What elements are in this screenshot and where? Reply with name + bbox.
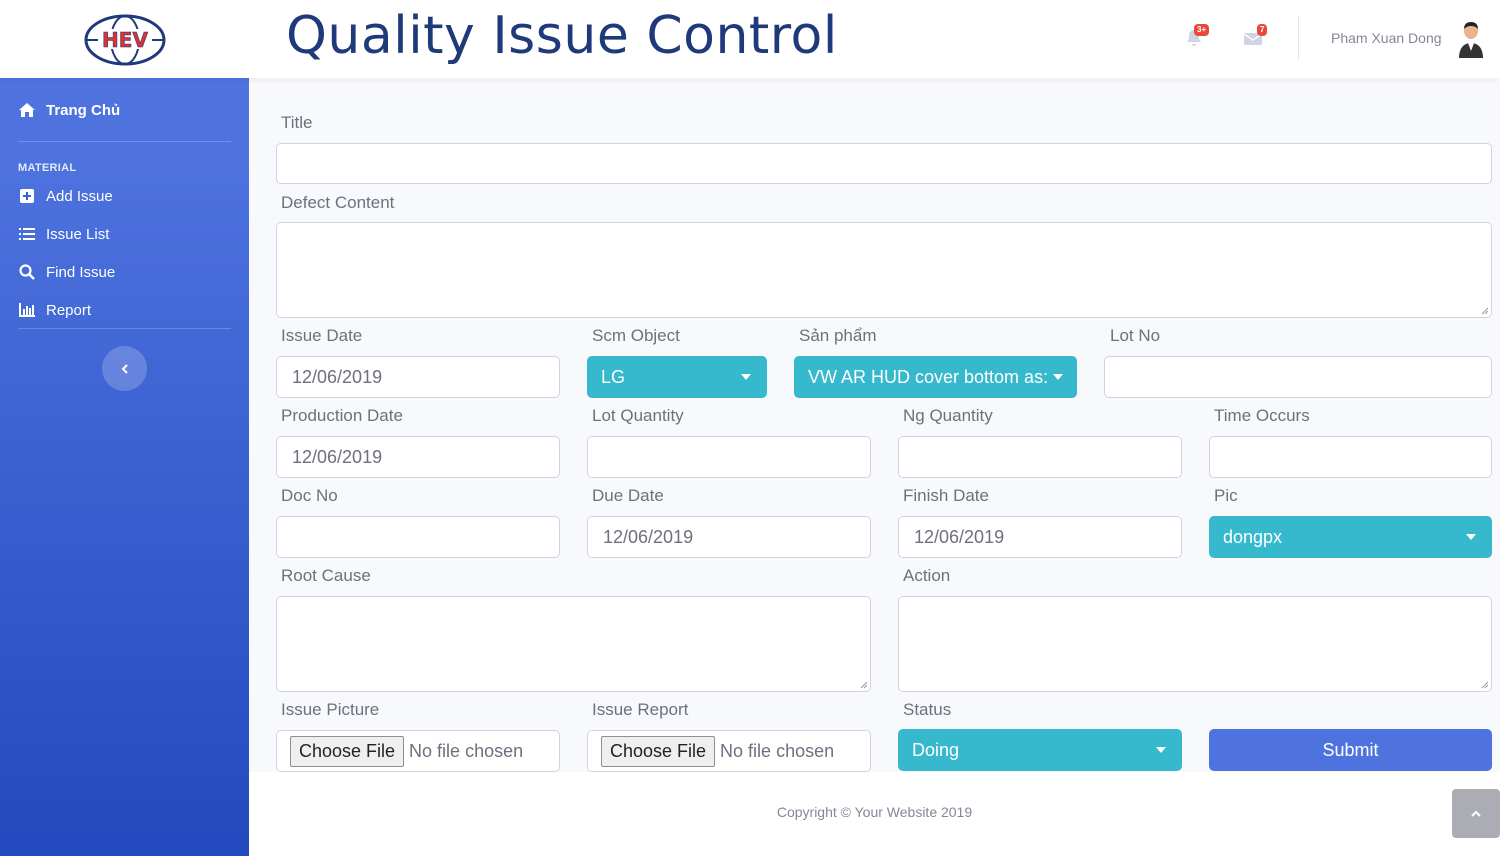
messages-badge: 7 <box>1257 24 1268 36</box>
lot-quantity-input[interactable] <box>587 436 871 478</box>
issue-picture-file-input: Choose File No file chosen <box>276 730 560 772</box>
sidebar-item-home[interactable]: Trang Chủ <box>18 98 120 122</box>
sidebar-item-add-issue[interactable]: Add Issue <box>18 184 113 208</box>
lot-no-label: Lot No <box>1110 326 1161 345</box>
pic-select[interactable]: dongpx <box>1209 516 1492 558</box>
due-date-input[interactable]: 12/06/2019 <box>587 516 871 558</box>
status-select[interactable]: Doing <box>898 729 1182 771</box>
product-value: VW AR HUD cover bottom as: <box>808 366 1047 387</box>
title-label: Title <box>281 113 313 132</box>
sidebar-divider <box>18 328 231 329</box>
scm-object-label: Scm Object <box>592 326 680 345</box>
production-date-input[interactable]: 12/06/2019 <box>276 436 560 478</box>
production-date-label: Production Date <box>281 406 403 425</box>
avatar[interactable] <box>1456 20 1486 58</box>
sidebar-item-report[interactable]: Report <box>18 298 91 322</box>
defect-content-label: Defect Content <box>281 193 395 212</box>
submit-button[interactable]: Submit <box>1209 729 1492 771</box>
issue-report-file-input: Choose File No file chosen <box>587 730 871 772</box>
hev-logo[interactable]: HEV <box>84 14 166 66</box>
lot-quantity-label: Lot Quantity <box>592 406 684 425</box>
choose-file-button[interactable]: Choose File <box>601 735 716 767</box>
file-status-text: No file chosen <box>720 740 835 761</box>
chevron-down-icon <box>1466 534 1476 540</box>
page-title: Quality Issue Control <box>286 6 838 66</box>
chevron-down-icon <box>1156 747 1166 753</box>
sidebar-divider <box>18 141 231 142</box>
resize-grip-icon[interactable] <box>858 679 868 689</box>
scroll-to-top-button[interactable] <box>1452 789 1500 838</box>
alerts-button[interactable]: 3+ <box>1184 24 1210 50</box>
product-label: Sản phẩm <box>799 326 877 345</box>
issue-report-label: Issue Report <box>592 700 689 719</box>
scm-object-select[interactable]: LG <box>587 356 767 398</box>
resize-grip-icon[interactable] <box>1479 679 1489 689</box>
resize-grip-icon[interactable] <box>1479 305 1489 315</box>
status-label: Status <box>903 700 952 719</box>
action-label: Action <box>903 566 951 585</box>
issue-date-label: Issue Date <box>281 326 363 345</box>
sidebar-item-label: Add Issue <box>46 187 113 205</box>
file-status-text: No file chosen <box>409 740 524 761</box>
finish-date-label: Finish Date <box>903 486 989 505</box>
sidebar-heading: MATERIAL <box>18 162 77 174</box>
title-input[interactable] <box>276 143 1492 184</box>
messages-button[interactable]: 7 <box>1243 24 1268 50</box>
pic-value: dongpx <box>1223 526 1283 547</box>
sidebar-item-label: Report <box>46 301 92 319</box>
issue-picture-label: Issue Picture <box>281 700 380 719</box>
sidebar-item-label: Find Issue <box>46 263 116 281</box>
sidebar-toggle-button[interactable] <box>102 346 147 391</box>
sidebar-item-label: Trang Chủ <box>46 101 121 119</box>
home-icon <box>18 102 36 118</box>
defect-content-textarea[interactable] <box>276 222 1492 318</box>
finish-date-input[interactable]: 12/06/2019 <box>898 516 1182 558</box>
chevron-left-icon <box>121 363 128 374</box>
choose-file-button[interactable]: Choose File <box>290 735 405 767</box>
status-value: Doing <box>912 739 960 760</box>
scm-object-value: LG <box>601 366 626 387</box>
doc-no-label: Doc No <box>281 486 338 505</box>
search-icon <box>18 264 36 280</box>
footer: Copyright © Your Website 2019 <box>249 772 1500 856</box>
sidebar: Trang Chủ MATERIAL Add Issue Issue List … <box>0 78 249 856</box>
alerts-badge: 3+ <box>1194 24 1210 36</box>
logo-text: HEV <box>102 28 148 52</box>
doc-no-input[interactable] <box>276 516 560 558</box>
chevron-up-icon <box>1471 810 1481 817</box>
ng-quantity-label: Ng Quantity <box>903 406 993 425</box>
list-icon <box>18 226 36 242</box>
pic-label: Pic <box>1214 486 1238 505</box>
due-date-label: Due Date <box>592 486 664 505</box>
copyright-text: Copyright © Your Website 2019 <box>776 804 973 820</box>
time-occurs-label: Time Occurs <box>1214 406 1310 425</box>
sidebar-item-find-issue[interactable]: Find Issue <box>18 260 115 284</box>
time-occurs-input[interactable] <box>1209 436 1492 478</box>
issue-date-input[interactable]: 12/06/2019 <box>276 356 560 398</box>
bar-chart-icon <box>18 302 36 318</box>
ng-quantity-input[interactable] <box>898 436 1182 478</box>
topbar-divider <box>1298 16 1299 60</box>
sidebar-item-issue-list[interactable]: Issue List <box>18 222 109 246</box>
action-textarea[interactable] <box>898 596 1492 692</box>
plus-square-icon <box>18 188 36 204</box>
user-name[interactable]: Pham Xuan Dong <box>1331 30 1442 46</box>
sidebar-item-label: Issue List <box>46 225 110 243</box>
product-select[interactable]: VW AR HUD cover bottom as: <box>794 356 1077 398</box>
root-cause-textarea[interactable] <box>276 596 871 692</box>
chevron-down-icon <box>741 374 751 380</box>
topbar: HEV Quality Issue Control 3+ 7 Pham Xuan… <box>0 0 1500 78</box>
root-cause-label: Root Cause <box>281 566 371 585</box>
lot-no-input[interactable] <box>1104 356 1492 398</box>
chevron-down-icon <box>1053 374 1063 380</box>
